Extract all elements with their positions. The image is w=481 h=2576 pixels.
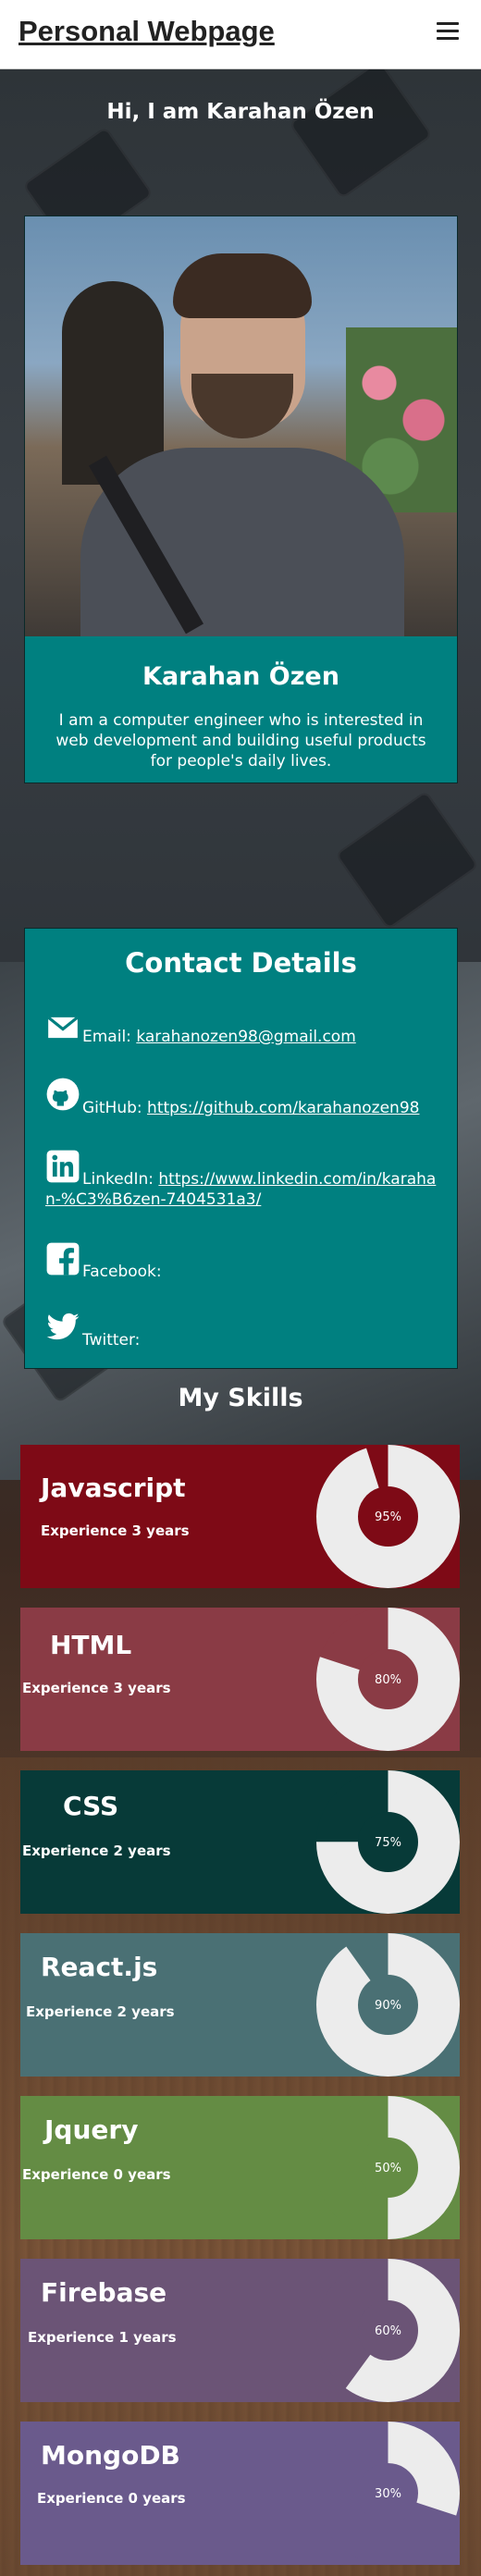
skill-name: React.js — [41, 1952, 158, 1982]
background-key — [289, 59, 433, 200]
skill-percent: 60% — [375, 2324, 401, 2338]
skill-card: Javascript Experience 3 years 95% — [20, 1445, 460, 1588]
skill-percent: 75% — [375, 1836, 401, 1850]
top-navbar: Personal Webpage — [0, 0, 481, 69]
skill-name: Firebase — [41, 2277, 167, 2308]
skill-percent: 30% — [375, 2487, 401, 2501]
background-key — [335, 790, 479, 931]
skill-experience: Experience 1 years — [28, 2329, 177, 2346]
skill-progress-ring: 80% — [316, 1608, 460, 1751]
skill-card: Jquery Experience 0 years 50% — [20, 2096, 460, 2239]
skill-percent: 50% — [375, 2162, 401, 2175]
greeting-heading: Hi, I am Karahan Özen — [106, 100, 375, 124]
skill-card: Firebase Experience 1 years 60% — [20, 2259, 460, 2402]
brand-link[interactable]: Personal Webpage — [18, 15, 275, 48]
profile-name: Karahan Özen — [142, 662, 339, 691]
skill-experience: Experience 0 years — [22, 2166, 171, 2183]
skill-percent: 80% — [375, 1673, 401, 1687]
skills-title: My Skills — [178, 1384, 303, 1412]
skill-card: MongoDB Experience 0 years 30% — [20, 2422, 460, 2565]
contact-email: Email: karahanozen98@gmail.com — [82, 1028, 356, 1046]
skill-experience: Experience 3 years — [22, 1680, 171, 1696]
skill-progress-ring: 90% — [316, 1933, 460, 2077]
skill-name: CSS — [63, 1791, 119, 1821]
contact-github: GitHub: https://github.com/karahanozen98 — [82, 1099, 420, 1117]
skill-progress-ring: 75% — [316, 1770, 460, 1914]
skill-experience: Experience 3 years — [41, 1522, 190, 1539]
github-link[interactable]: https://github.com/karahanozen98 — [147, 1099, 419, 1117]
skill-progress-ring: 95% — [316, 1445, 460, 1588]
contact-twitter: Twitter: — [82, 1331, 141, 1350]
skill-name: HTML — [50, 1630, 132, 1660]
skill-progress-ring: 30% — [316, 2422, 460, 2565]
email-link[interactable]: karahanozen98@gmail.com — [136, 1028, 355, 1046]
skill-experience: Experience 0 years — [37, 2490, 186, 2507]
skill-card: React.js Experience 2 years 90% — [20, 1933, 460, 2077]
skill-name: Javascript — [41, 1473, 186, 1503]
profile-card: Karahan Özen I am a computer engineer wh… — [24, 216, 458, 783]
skill-experience: Experience 2 years — [26, 2003, 175, 2020]
skill-card: CSS Experience 2 years 75% — [20, 1770, 460, 1914]
skill-progress-ring: 50% — [316, 2096, 460, 2239]
contact-linkedin: LinkedIn: https://www.linkedin.com/in/ka… — [45, 1170, 437, 1209]
skill-experience: Experience 2 years — [22, 1843, 171, 1859]
skill-percent: 90% — [375, 1999, 401, 2013]
skill-name: MongoDB — [41, 2440, 180, 2471]
skill-card: HTML Experience 3 years 80% — [20, 1608, 460, 1751]
skill-progress-ring: 60% — [316, 2259, 460, 2402]
profile-photo — [25, 216, 457, 636]
skill-name: Jquery — [44, 2114, 139, 2145]
profile-bio: I am a computer engineer who is interest… — [56, 711, 426, 770]
contact-title: Contact Details — [125, 947, 357, 979]
contact-card: Contact Details Email: karahanozen98@gma… — [24, 928, 458, 1369]
hamburger-icon[interactable] — [437, 22, 459, 41]
skill-percent: 95% — [375, 1510, 401, 1524]
contact-facebook: Facebook: — [82, 1263, 162, 1281]
